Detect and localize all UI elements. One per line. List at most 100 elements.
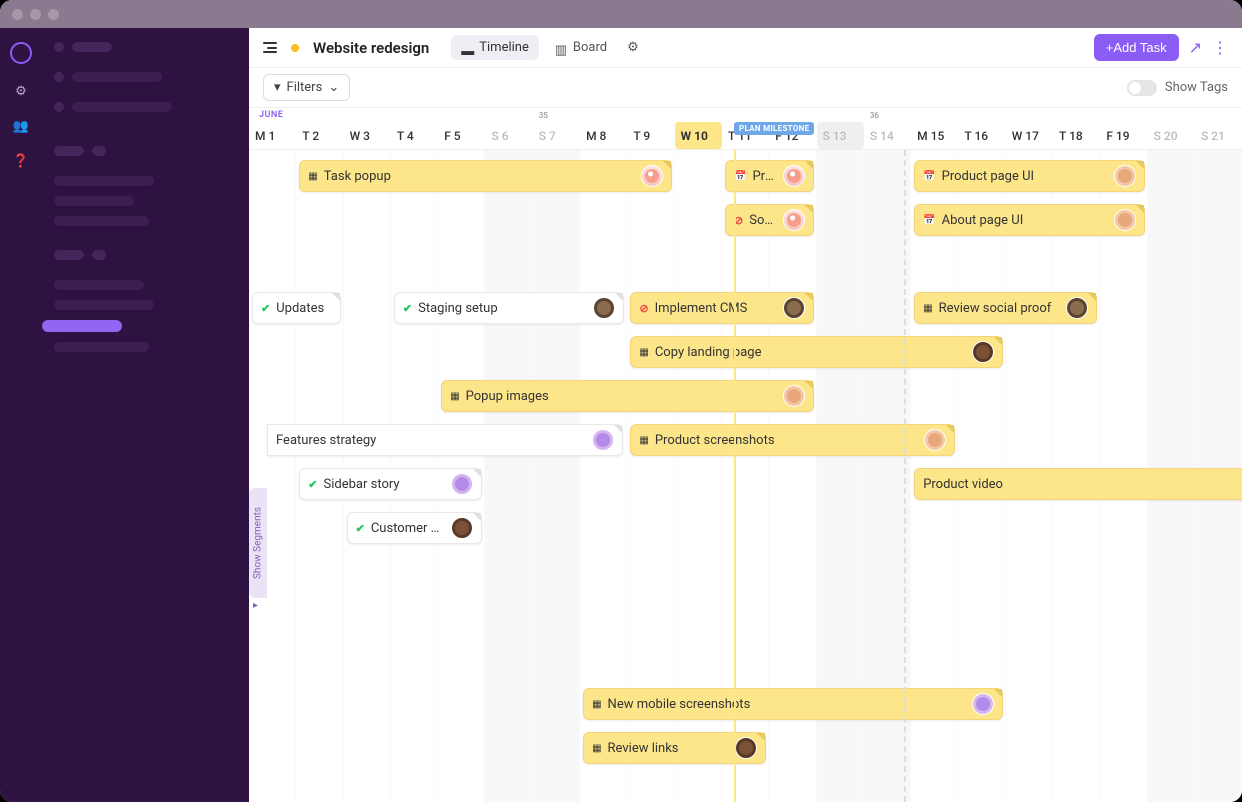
assignee-avatar[interactable] (972, 341, 994, 363)
share-icon[interactable]: ↗ (1189, 38, 1202, 57)
day-header[interactable]: W 10 (675, 122, 722, 149)
assignee-avatar[interactable] (592, 429, 614, 451)
progress-icon: ▦ (592, 699, 601, 710)
assignee-avatar[interactable] (783, 385, 805, 407)
assignee-avatar[interactable] (783, 209, 805, 231)
task-card[interactable]: Features strategy (267, 424, 623, 456)
day-header[interactable]: S 1436 (864, 122, 911, 149)
menu-icon[interactable] (263, 42, 277, 53)
calendar-icon: 📅 (923, 171, 935, 182)
app-logo-icon[interactable] (10, 42, 32, 64)
team-icon[interactable]: 👥 (13, 119, 29, 134)
assignee-avatar[interactable] (593, 297, 615, 319)
more-icon[interactable]: ⋮ (1212, 38, 1228, 57)
task-card[interactable]: 📅 Product page UI (914, 160, 1145, 192)
assignee-avatar[interactable] (783, 165, 805, 187)
add-task-button[interactable]: +Add Task (1094, 34, 1179, 61)
task-name: Sidebar story (324, 477, 446, 492)
progress-icon: ▦ (923, 303, 932, 314)
task-name: Implement CMS (655, 301, 777, 316)
show-segments-tab[interactable]: Show Segments (249, 488, 267, 598)
show-tags-toggle[interactable]: Show Tags (1127, 80, 1228, 96)
task-card[interactable]: ▦Copy landing page (630, 336, 1002, 368)
task-name: Popup images (466, 389, 777, 404)
task-card[interactable]: 📅Product (725, 160, 814, 192)
task-name: Review links (608, 741, 730, 756)
task-name: New mobile screenshots (608, 697, 966, 712)
today-indicator (734, 150, 736, 802)
task-name: Product (752, 169, 776, 184)
day-header[interactable]: S 20 (1148, 122, 1195, 149)
day-header[interactable]: W 3 (344, 122, 391, 149)
task-name: Features strategy (276, 433, 586, 448)
milestone-badge[interactable]: PLAN MILESTONE (734, 122, 814, 135)
day-header[interactable]: M 1 (249, 122, 296, 149)
day-header[interactable]: F 19 (1100, 122, 1147, 149)
task-name: Review social proof (939, 301, 1061, 316)
task-card[interactable]: ✔Customer stories (347, 512, 483, 544)
assignee-avatar[interactable] (735, 737, 757, 759)
day-header[interactable]: S 21 (1195, 122, 1242, 149)
progress-icon: ▦ (308, 171, 317, 182)
day-header[interactable]: M 8 (580, 122, 627, 149)
assignee-avatar[interactable] (1114, 165, 1136, 187)
day-header[interactable]: S 6 (485, 122, 532, 149)
task-name: Social (749, 213, 776, 228)
tab-board[interactable]: ▥ Board (545, 35, 617, 60)
task-card[interactable]: ⊘Implement CMS (630, 292, 813, 324)
task-card[interactable]: ▦ New mobile screenshots (583, 688, 1003, 720)
day-header[interactable]: S 735 (533, 122, 580, 149)
progress-icon: ▦ (592, 743, 601, 754)
task-card[interactable]: ✔Updates (252, 292, 341, 324)
task-card[interactable]: ▦Product screenshots (630, 424, 955, 456)
sidebar-active-item[interactable] (42, 320, 122, 332)
segments-chevron-icon: ▸ (253, 600, 258, 611)
assignee-avatar[interactable] (451, 517, 473, 539)
day-header[interactable]: T 4 (391, 122, 438, 149)
check-icon: ✔ (308, 478, 317, 491)
day-header[interactable]: S 13 (817, 122, 864, 149)
milestone-line (904, 150, 906, 802)
task-card[interactable]: ⊘Social (725, 204, 814, 236)
task-name: Product video (923, 477, 1236, 492)
timeline[interactable]: JUNE M 1T 2W 3T 4F 5S 6S 735M 8T 9W 10T … (249, 108, 1242, 802)
assignee-avatar[interactable] (972, 693, 994, 715)
help-icon[interactable]: ❓ (13, 154, 29, 169)
project-color-icon (291, 44, 299, 52)
filters-button[interactable]: ▾ Filters ⌄ (263, 74, 350, 101)
day-header[interactable]: M 15 (911, 122, 958, 149)
assignee-avatar[interactable] (451, 473, 473, 495)
day-header[interactable]: T 16 (958, 122, 1005, 149)
view-settings-icon[interactable]: ⚙ (623, 35, 643, 60)
task-name: About page UI (942, 213, 1108, 228)
settings-icon[interactable]: ⚙ (15, 84, 27, 99)
close-dot-icon[interactable] (12, 9, 23, 20)
assignee-avatar[interactable] (1066, 297, 1088, 319)
task-card[interactable]: ✔Staging setup (394, 292, 625, 324)
task-name: Customer stories (371, 521, 446, 536)
day-header[interactable]: T 9 (627, 122, 674, 149)
max-dot-icon[interactable] (48, 9, 59, 20)
task-card[interactable]: Product video (914, 468, 1242, 500)
task-card[interactable]: ▦ Review social proof (914, 292, 1097, 324)
task-name: Task popup (324, 169, 635, 184)
tab-timeline[interactable]: ▬ Timeline (451, 35, 539, 60)
task-card[interactable]: ▦ Review links (583, 732, 766, 764)
day-header[interactable]: W 17 (1006, 122, 1053, 149)
day-header[interactable]: T 18 (1053, 122, 1100, 149)
task-card[interactable]: ✔ Sidebar story (299, 468, 482, 500)
day-header[interactable]: T 2 (296, 122, 343, 149)
assignee-avatar[interactable] (641, 165, 663, 187)
task-name: Product page UI (942, 169, 1108, 184)
task-card[interactable]: ▦ Task popup (299, 160, 671, 192)
task-name: Updates (276, 301, 331, 316)
assignee-avatar[interactable] (1114, 209, 1136, 231)
assignee-avatar[interactable] (783, 297, 805, 319)
day-header[interactable]: F 5 (438, 122, 485, 149)
min-dot-icon[interactable] (30, 9, 41, 20)
task-card[interactable]: 📅About page UI (914, 204, 1145, 236)
task-card[interactable]: ▦Popup images (441, 380, 813, 412)
app-rail: ⚙ 👥 ❓ (0, 28, 42, 802)
timeline-icon: ▬ (461, 43, 473, 53)
assignee-avatar[interactable] (924, 429, 946, 451)
